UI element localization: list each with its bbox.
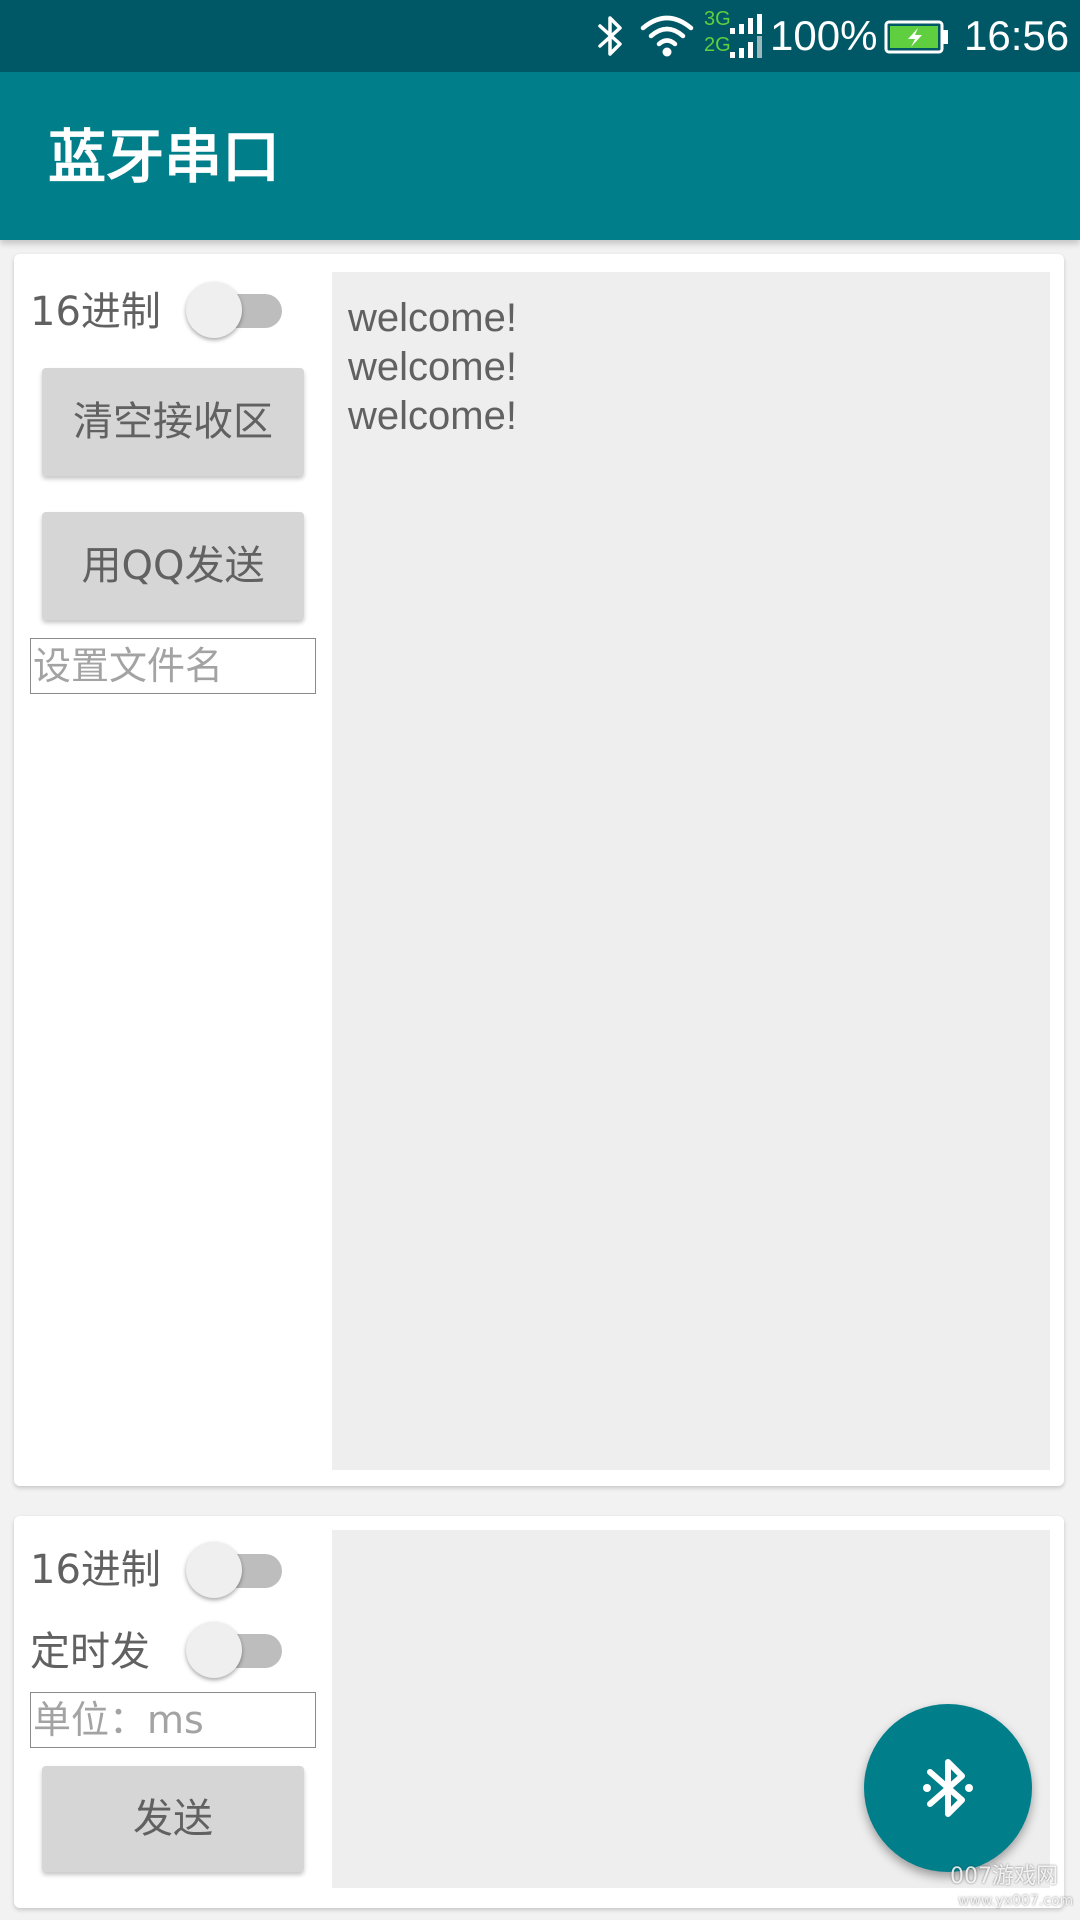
status-time: 16:56 bbox=[964, 12, 1070, 59]
status-bar: 3G 2G 100% 16:56 bbox=[0, 0, 1080, 72]
switch-thumb bbox=[186, 1542, 242, 1598]
timer-send-label: 定时发 bbox=[30, 1629, 150, 1675]
battery-charging-icon bbox=[884, 20, 948, 54]
send-hex-label: 16进制 bbox=[30, 1547, 161, 1593]
send-via-qq-button[interactable]: 用QQ发送 bbox=[42, 512, 304, 620]
switch-thumb bbox=[186, 1622, 242, 1678]
bluetooth-icon bbox=[598, 16, 622, 56]
network-2g-label: 2G bbox=[704, 34, 731, 56]
wifi-icon bbox=[640, 15, 694, 57]
receive-card: 16进制 清空接收区 用QQ发送 welcome! welcome! welco… bbox=[14, 254, 1064, 1486]
receive-hex-label: 16进制 bbox=[30, 289, 161, 335]
interval-input[interactable] bbox=[30, 1692, 316, 1748]
receive-text-area[interactable]: welcome! welcome! welcome! bbox=[332, 272, 1050, 1470]
battery-percent: 100% bbox=[770, 12, 878, 59]
app-bar: 蓝牙串口 bbox=[0, 72, 1080, 240]
watermark-text: 007游戏网 bbox=[950, 1864, 1058, 1889]
network-3g-label: 3G bbox=[704, 8, 731, 30]
signal-icon bbox=[730, 14, 762, 58]
receive-line: welcome! bbox=[348, 296, 517, 340]
watermark-url: www.yx007.com bbox=[958, 1893, 1074, 1909]
receive-line: welcome! bbox=[348, 394, 517, 438]
filename-input[interactable] bbox=[30, 638, 316, 694]
switch-thumb bbox=[186, 282, 242, 338]
timer-send-switch[interactable] bbox=[186, 1616, 290, 1680]
receive-line: welcome! bbox=[348, 345, 517, 389]
bluetooth-icon bbox=[923, 1759, 973, 1817]
receive-hex-switch[interactable] bbox=[186, 276, 290, 340]
bluetooth-fab[interactable] bbox=[864, 1704, 1032, 1872]
page-title: 蓝牙串口 bbox=[48, 123, 281, 191]
send-hex-switch[interactable] bbox=[186, 1536, 290, 1600]
send-button[interactable]: 发送 bbox=[42, 1766, 304, 1872]
clear-receive-button[interactable]: 清空接收区 bbox=[42, 368, 304, 476]
